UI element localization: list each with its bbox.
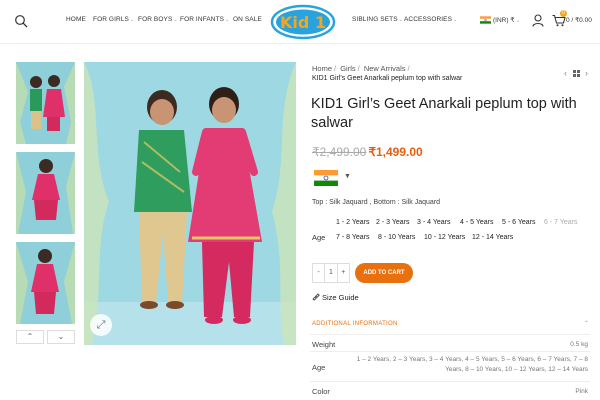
add-to-cart-button[interactable]: ADD TO CART <box>355 263 413 283</box>
chevron-down-icon: ⌄ <box>57 332 65 341</box>
expand-icon[interactable]: ⤢ <box>90 314 112 336</box>
user-icon[interactable] <box>532 14 544 27</box>
fabric-info: Top : Silk Jaquard , Bottom : Silk Jaqua… <box>312 199 441 206</box>
quantity-stepper: - 1 + <box>312 263 350 283</box>
row-value: 1 – 2 Years, 2 – 3 Years, 3 – 4 Years, 4… <box>356 356 588 373</box>
caret-down-icon[interactable]: ▼ <box>344 173 351 180</box>
grid-icon[interactable] <box>573 70 580 77</box>
thumbnail-image[interactable] <box>16 152 75 234</box>
row-value: Pink <box>575 388 588 395</box>
nav-for-girls[interactable]: FOR GIRLS⌄ <box>93 16 134 23</box>
row-value: 0.5 kg <box>570 341 588 348</box>
main-product-image[interactable] <box>84 62 296 345</box>
india-flag-icon[interactable] <box>314 170 338 186</box>
site-logo[interactable]: Kid 1 <box>270 4 336 40</box>
chevron-down-icon: ⌄ <box>225 17 230 23</box>
chevron-down-icon: ⌄ <box>173 17 178 23</box>
qty-input[interactable]: 1 <box>324 264 338 282</box>
nav-for-infants[interactable]: FOR INFANTS⌄ <box>180 16 229 23</box>
chevron-down-icon: ⌄ <box>453 17 458 23</box>
breadcrumb-home[interactable]: Home <box>312 64 332 73</box>
additional-info-tab[interactable]: ADDITIONAL INFORMATION <box>312 321 398 327</box>
age-option[interactable]: 12 - 14 Years <box>472 234 513 241</box>
product-price: ₹2,499.00 ₹1,499.00 <box>312 145 423 159</box>
chevron-up-icon[interactable]: ⌃ <box>584 320 589 327</box>
row-key: Age <box>312 363 326 372</box>
nav-home[interactable]: HOME <box>66 16 86 23</box>
table-row: Age 1 – 2 Years, 2 – 3 Years, 3 – 4 Year… <box>310 351 590 381</box>
table-row: Color Pink <box>310 381 590 398</box>
age-option[interactable]: 1 - 2 Years <box>336 219 369 226</box>
age-option[interactable]: 5 - 6 Years <box>502 219 535 226</box>
chevron-down-icon: ⌄ <box>398 17 403 23</box>
age-option[interactable]: 3 - 4 Years <box>417 219 450 226</box>
breadcrumb-girls[interactable]: Girls <box>340 64 355 73</box>
row-key: Weight <box>312 340 336 349</box>
cart-total[interactable]: 0 / ₹0.00 <box>566 16 592 24</box>
qty-minus-button[interactable]: - <box>313 264 324 282</box>
product-title: KID1 Girl’s Geet Anarkali peplum top wit… <box>311 96 577 131</box>
size-guide-link[interactable]: Size Guide <box>312 293 359 302</box>
breadcrumb-new-arrivals[interactable]: New Arrivals <box>364 64 406 73</box>
chevron-right-icon[interactable]: › <box>585 68 588 78</box>
india-flag-icon <box>480 16 491 24</box>
thumbnail-down-button[interactable]: ⌄ <box>47 330 75 344</box>
chevron-left-icon[interactable]: ‹ <box>564 68 567 78</box>
age-option[interactable]: 8 - 10 Years <box>378 234 415 241</box>
age-option[interactable]: 4 - 5 Years <box>460 219 493 226</box>
nav-for-boys[interactable]: FOR BOYS⌄ <box>138 16 178 23</box>
svg-text:Kid 1: Kid 1 <box>280 13 326 32</box>
chevron-up-icon: ⌃ <box>26 332 34 341</box>
row-key: Color <box>312 387 330 396</box>
nav-sibling-sets[interactable]: SIBLING SETS⌄ <box>352 16 403 23</box>
additional-info-table: Weight 0.5 kg Age 1 – 2 Years, 2 – 3 Yea… <box>310 334 590 398</box>
nav-on-sale[interactable]: ON SALE <box>233 16 262 23</box>
currency-selector[interactable]: (INR) ₹ ⌄ <box>493 16 520 24</box>
chevron-down-icon: ⌄ <box>129 17 135 23</box>
table-row: Weight 0.5 kg <box>310 334 590 351</box>
age-option-disabled: 6 - 7 Years <box>544 219 578 226</box>
breadcrumb-current: KID1 Girl's Geet Anarkali peplum top wit… <box>312 75 463 82</box>
age-option[interactable]: 10 - 12 Years <box>424 234 465 241</box>
age-label: Age <box>312 233 326 242</box>
thumbnail-up-button[interactable]: ⌃ <box>16 330 44 344</box>
age-option[interactable]: 7 - 8 Years <box>336 234 369 241</box>
breadcrumb: Home / Girls / New Arrivals / <box>312 64 410 73</box>
sale-price: ₹1,499.00 <box>368 145 423 159</box>
nav-accessories[interactable]: ACCESSORIES⌄ <box>404 16 457 23</box>
ruler-icon <box>312 293 320 301</box>
thumbnail-image[interactable] <box>16 242 75 324</box>
chevron-down-icon: ⌄ <box>514 18 521 24</box>
qty-plus-button[interactable]: + <box>338 264 349 282</box>
site-header: HOME FOR GIRLS⌄ FOR BOYS⌄ FOR INFANTS⌄ O… <box>0 0 600 44</box>
search-icon[interactable] <box>14 14 28 28</box>
age-option[interactable]: 2 - 3 Years <box>376 219 409 226</box>
thumbnail-image[interactable] <box>16 62 75 144</box>
old-price: ₹2,499.00 <box>312 145 367 159</box>
